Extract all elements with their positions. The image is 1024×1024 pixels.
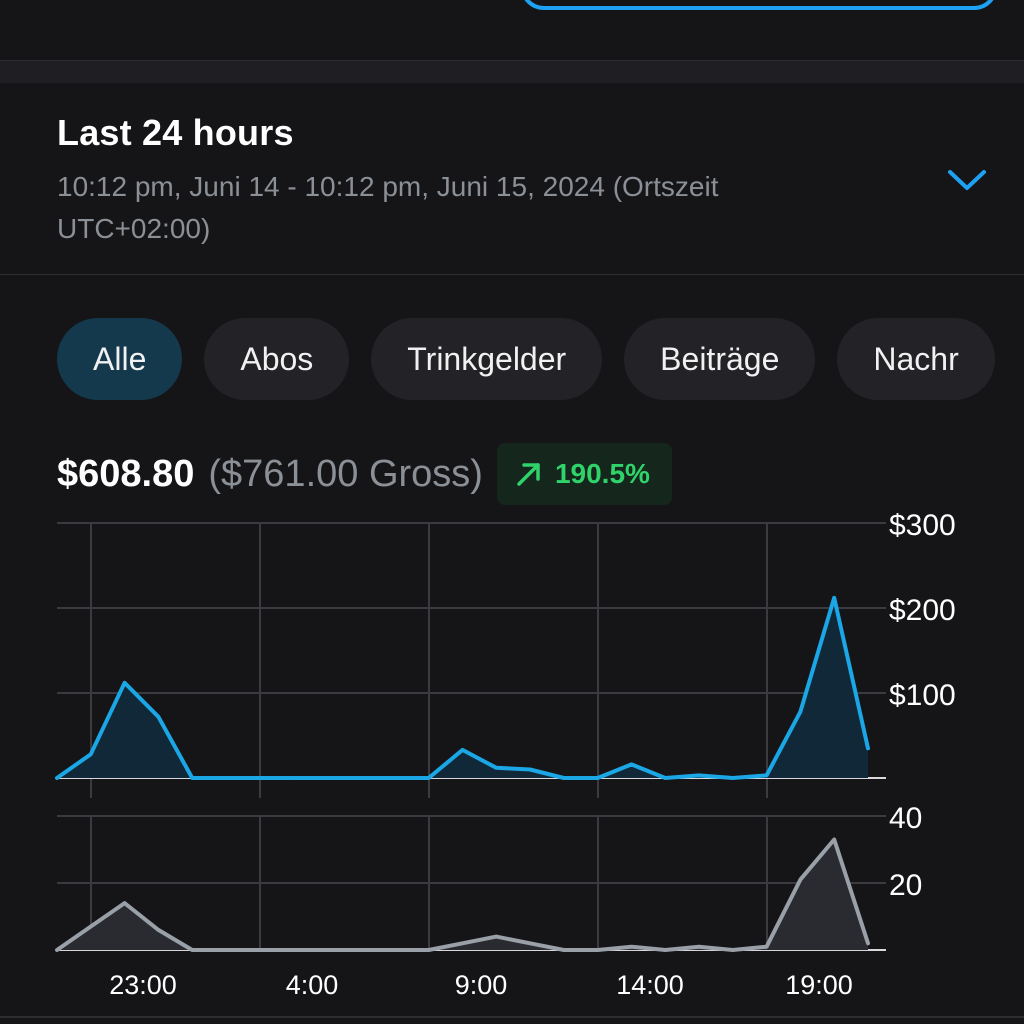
filter-chip-abos[interactable]: Abos <box>204 318 350 400</box>
transactions-ytick-label: 40 <box>889 802 922 835</box>
change-badge: 190.5% <box>496 443 672 505</box>
arrow-up-right-icon <box>517 463 540 486</box>
earnings-series-line <box>55 595 870 780</box>
period-range: 10:12 pm, Juni 14 - 10:12 pm, Juni 15, 2… <box>57 171 719 244</box>
chevron-down-icon[interactable] <box>946 168 988 194</box>
filter-chip-alle[interactable]: Alle <box>57 318 183 400</box>
earnings-summary: $608.80 ($761.00 Gross) 190.5% <box>57 443 672 505</box>
change-percent: 190.5% <box>554 458 650 489</box>
earnings-screen: Last 24 hours 10:12 pm, Juni 14 - 10:12 … <box>0 0 1024 1024</box>
x-tick-label: 14:00 <box>616 970 684 1000</box>
earnings-ytick-label: $200 <box>889 594 956 627</box>
x-tick-label: 9:00 <box>454 970 508 1000</box>
x-tick-label: 19:00 <box>785 970 853 1000</box>
earnings-chart: $100 $200 $300 <box>55 509 956 798</box>
transactions-area <box>57 839 868 950</box>
bottom-divider <box>0 1016 1024 1018</box>
x-tick-label: 4:00 <box>285 970 339 1000</box>
period-title: Last 24 hours <box>57 112 294 153</box>
top-action-button[interactable] <box>520 0 998 10</box>
period-selector[interactable]: Last 24 hours 10:12 pm, Juni 14 - 10:12 … <box>0 82 1024 275</box>
transactions-chart: 2040 <box>55 802 922 952</box>
filter-chip-nachrichten[interactable]: Nachr <box>837 318 995 400</box>
filter-chips: Alle Abos Trinkgelder Beiträge Nachr <box>57 318 995 402</box>
net-earnings: $608.80 <box>57 452 195 495</box>
filter-chip-beitraege[interactable]: Beiträge <box>624 318 816 400</box>
earnings-ytick-label: $100 <box>889 679 956 712</box>
gross-earnings: ($761.00 Gross) <box>208 452 483 495</box>
x-tick-label: 23:00 <box>109 970 177 1000</box>
section-divider <box>0 60 1024 83</box>
x-axis-labels: 23:00 4:00 9:00 14:00 19:00 <box>0 970 1024 1010</box>
transactions-ytick-label: 20 <box>889 869 922 902</box>
transactions-series-line <box>55 837 870 952</box>
filter-chip-trinkgelder[interactable]: Trinkgelder <box>371 318 603 400</box>
earnings-ytick-label: $300 <box>889 509 956 542</box>
